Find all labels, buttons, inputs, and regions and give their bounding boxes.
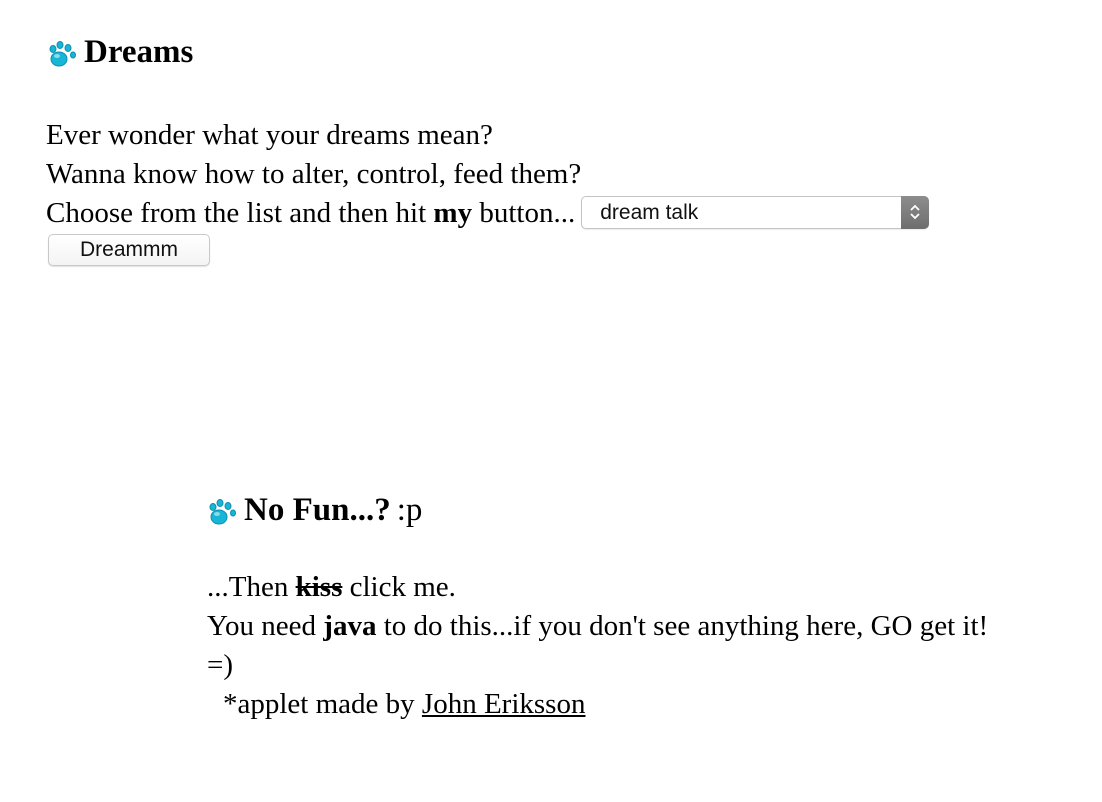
nofun-line-3: =) — [207, 649, 234, 681]
nofun-line-1-suffix: click me. — [342, 571, 456, 603]
nofun-heading: No Fun...? :p — [206, 492, 422, 529]
nofun-line-2-suffix: to do this...if you don't see anything h… — [376, 610, 989, 642]
paw-print-icon — [209, 498, 236, 524]
dreams-heading: Dreams — [46, 34, 193, 71]
paw-print-icon — [49, 40, 76, 66]
dreams-line-3-suffix: button... — [472, 197, 576, 229]
dream-select[interactable]: dream talk — [581, 195, 930, 229]
nofun-description: ...Then kiss click me. You need java to … — [207, 568, 988, 724]
dreams-line-1: Ever wonder what your dreams mean? — [46, 119, 493, 151]
credit-prefix: *applet made by — [223, 688, 422, 720]
nofun-title: No Fun...? — [244, 492, 391, 528]
nofun-line-1: ...Then kiss click me. — [207, 568, 988, 607]
author-link[interactable]: John Eriksson — [422, 688, 586, 720]
dreams-line-3-prefix: Choose from the list and then hit — [46, 197, 434, 229]
dreams-line-2: Wanna know how to alter, control, feed t… — [46, 158, 582, 190]
nofun-line-2: You need java to do this...if you don't … — [207, 607, 988, 646]
dreammm-button[interactable]: Dreammm — [48, 234, 210, 266]
dreams-description: Ever wonder what your dreams mean? Wanna… — [46, 116, 930, 233]
dreams-line-3: Choose from the list and then hit my but… — [46, 194, 930, 233]
dreams-title: Dreams — [84, 34, 194, 70]
applet-credit: *applet made by John Eriksson — [207, 685, 988, 724]
dream-select-value: dream talk — [600, 200, 699, 224]
up-down-arrows-icon[interactable] — [901, 195, 930, 229]
nofun-line-2-prefix: You need — [207, 610, 324, 642]
nofun-line-1-prefix: ...Then — [207, 571, 296, 603]
nofun-line-1-strike: kiss — [295, 571, 343, 603]
nofun-line-2-bold: java — [323, 610, 377, 642]
nofun-title-suffix: :p — [396, 492, 423, 528]
dreams-line-3-bold: my — [433, 197, 473, 229]
